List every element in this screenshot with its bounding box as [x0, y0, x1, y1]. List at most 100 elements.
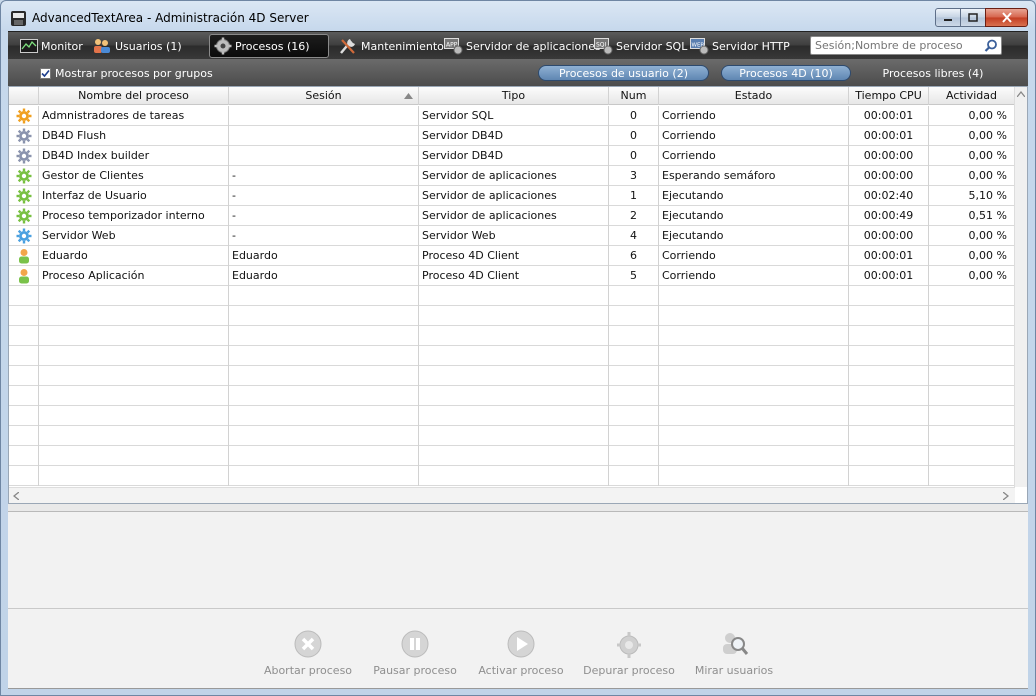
- cell-name: [39, 386, 229, 406]
- cell-type: Servidor DB4D: [419, 146, 609, 166]
- cell-num: 0: [609, 146, 659, 166]
- tab-app-server[interactable]: APP Servidor de aplicaciones: [440, 34, 607, 58]
- table-row[interactable]: Proceso Aplicación Eduardo Proceso 4D Clie…: [9, 266, 1015, 286]
- tab-http-server-label: Servidor HTTP: [712, 39, 790, 53]
- scroll-up-icon[interactable]: [1017, 91, 1025, 97]
- header-type[interactable]: Tipo: [419, 87, 609, 105]
- cell-num: 0: [609, 126, 659, 146]
- cell-name: [39, 346, 229, 366]
- table-row[interactable]: DB4D Flush Servidor DB4D 0 Corriendo 00:00:0…: [9, 126, 1015, 146]
- cell-type: Servidor de aplicaciones: [419, 166, 609, 186]
- cell-state: Ejecutando: [659, 206, 849, 226]
- cell-session: [229, 146, 419, 166]
- empty-table-row: [9, 346, 1015, 366]
- pane-splitter[interactable]: [8, 504, 1028, 512]
- cell-type: Proceso 4D Client: [419, 266, 609, 286]
- maximize-button[interactable]: [960, 8, 986, 27]
- activate-process-button[interactable]: Activar proceso: [466, 629, 576, 677]
- tab-sql-server[interactable]: SQL Servidor SQL: [590, 34, 693, 58]
- cell-state: Corriendo: [659, 106, 849, 126]
- group-processes-label: Mostrar procesos por grupos: [55, 67, 213, 80]
- pause-icon: [401, 630, 429, 658]
- group-processes-option[interactable]: Mostrar procesos por grupos: [40, 67, 213, 80]
- debug-icon: [617, 632, 641, 658]
- cell-state: [659, 326, 849, 346]
- cell-activity: 0,00 %: [929, 246, 1015, 266]
- green-gear-icon: [16, 188, 32, 204]
- empty-table-row: [9, 386, 1015, 406]
- empty-table-row: [9, 426, 1015, 446]
- cell-activity: 0,00 %: [929, 106, 1015, 126]
- header-activity[interactable]: Actividad: [929, 87, 1015, 105]
- cell-cpu: 00:00:00: [849, 146, 929, 166]
- cell-state: [659, 426, 849, 446]
- table-row[interactable]: Proceso temporizador interno - Servidor de…: [9, 206, 1015, 226]
- table-row[interactable]: Gestor de Clientes - Servidor de aplicacio…: [9, 166, 1015, 186]
- cell-state: [659, 306, 849, 326]
- processes-4d-button[interactable]: Procesos 4D (10): [721, 65, 851, 81]
- header-session[interactable]: Sesión: [229, 87, 419, 105]
- abort-process-label: Abortar proceso: [263, 664, 353, 677]
- cell-session: -: [229, 166, 419, 186]
- row-icon-cell: [9, 386, 39, 406]
- pause-process-button[interactable]: Pausar proceso: [360, 629, 470, 677]
- cell-state: [659, 406, 849, 426]
- tab-processes-label: Procesos (16): [235, 39, 310, 53]
- cell-name: [39, 466, 229, 486]
- tab-processes[interactable]: Procesos (16): [209, 34, 329, 58]
- row-icon-cell: [9, 206, 39, 226]
- free-processes-button[interactable]: Procesos libres (4): [878, 65, 988, 81]
- table-row[interactable]: DB4D Index builder Servidor DB4D 0 Corriend…: [9, 146, 1015, 166]
- group-processes-checkbox[interactable]: [40, 68, 51, 79]
- tab-maintenance[interactable]: Mantenimiento: [334, 34, 450, 58]
- cell-num: [609, 346, 659, 366]
- tab-monitor[interactable]: Monitor: [16, 34, 89, 58]
- header-num[interactable]: Num: [609, 87, 659, 105]
- cell-state: Esperando semáforo: [659, 166, 849, 186]
- table-row[interactable]: Interfaz de Usuario - Servidor de aplicaci…: [9, 186, 1015, 206]
- tab-users[interactable]: Usuarios (1): [88, 34, 188, 58]
- header-process-name[interactable]: Nombre del proceso: [39, 87, 229, 105]
- debug-process-button[interactable]: Depurar proceso: [574, 629, 684, 677]
- table-row[interactable]: Servidor Web - Servidor Web 4 Ejecutando 00:0…: [9, 226, 1015, 246]
- cell-num: [609, 326, 659, 346]
- cell-activity: [929, 466, 1015, 486]
- header-state[interactable]: Estado: [659, 87, 849, 105]
- search-icon[interactable]: [984, 39, 998, 53]
- row-icon-cell: [9, 106, 39, 126]
- tab-http-server[interactable]: WEB Servidor HTTP: [686, 34, 796, 58]
- cell-num: [609, 306, 659, 326]
- cell-activity: 0,00 %: [929, 146, 1015, 166]
- header-cpu-time[interactable]: Tiempo CPU: [849, 87, 929, 105]
- row-icon-cell: [9, 126, 39, 146]
- green-gear-icon: [16, 168, 32, 184]
- cell-state: Corriendo: [659, 266, 849, 286]
- minimize-button[interactable]: [935, 8, 961, 27]
- cell-type: [419, 366, 609, 386]
- row-icon-cell: [9, 306, 39, 326]
- cell-cpu: [849, 446, 929, 466]
- cell-activity: [929, 286, 1015, 306]
- row-icon-cell: [9, 446, 39, 466]
- app-server-icon: APP: [444, 37, 463, 54]
- cell-state: [659, 386, 849, 406]
- user-processes-button[interactable]: Procesos de usuario (2): [538, 65, 709, 81]
- table-row[interactable]: Eduardo Eduardo Proceso 4D Client 6 Corriend…: [9, 246, 1015, 266]
- watch-users-button[interactable]: Mirar usuarios: [679, 629, 789, 677]
- search-box[interactable]: [810, 36, 1002, 55]
- cell-name: [39, 366, 229, 386]
- close-button[interactable]: [985, 8, 1028, 27]
- horizontal-scrollbar[interactable]: [9, 487, 1015, 503]
- tab-monitor-label: Monitor: [41, 39, 83, 53]
- table-row[interactable]: Admnistradores de tareas Servidor SQL 0 Cor…: [9, 106, 1015, 126]
- cell-activity: [929, 346, 1015, 366]
- cell-type: [419, 286, 609, 306]
- scroll-left-icon[interactable]: [13, 492, 19, 500]
- search-input[interactable]: [815, 38, 980, 53]
- vertical-scrollbar[interactable]: [1014, 87, 1027, 487]
- cell-session: [229, 346, 419, 366]
- cell-cpu: [849, 386, 929, 406]
- cell-activity: [929, 426, 1015, 446]
- scroll-right-icon[interactable]: [1003, 492, 1009, 500]
- abort-process-button[interactable]: Abortar proceso: [253, 629, 363, 677]
